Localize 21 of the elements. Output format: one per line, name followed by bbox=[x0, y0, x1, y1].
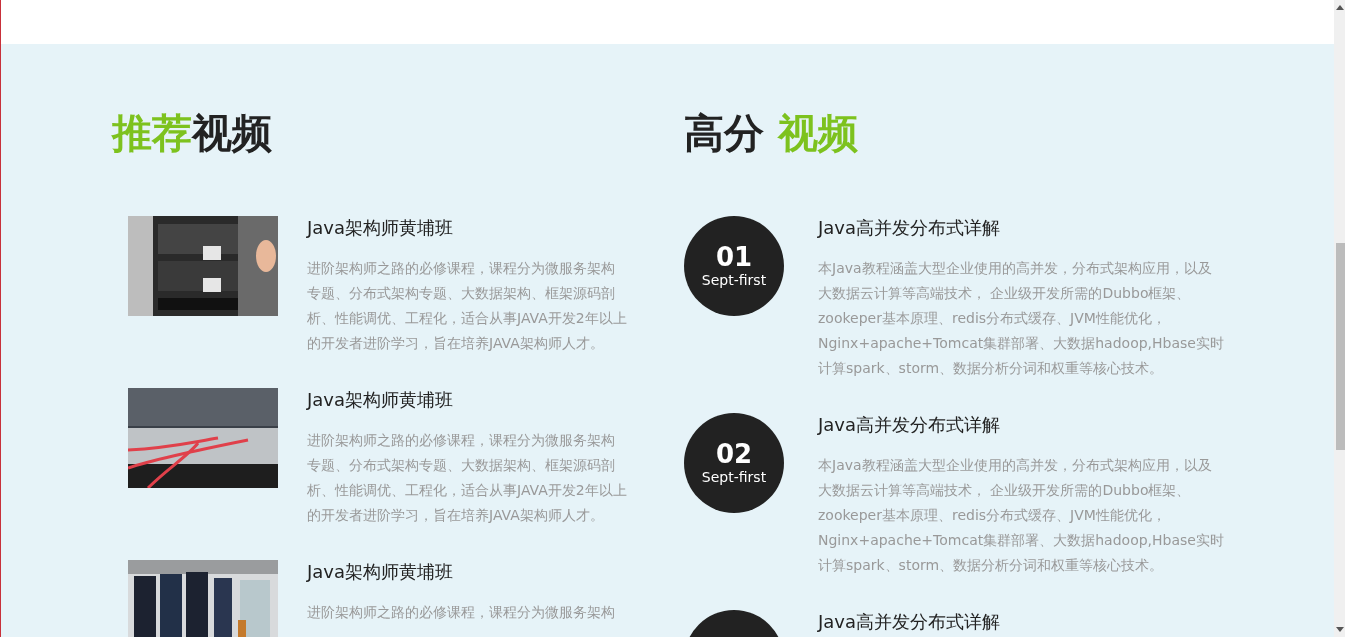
scrollbar[interactable] bbox=[1334, 0, 1345, 637]
course-description: 本Java教程涵盖大型企业使用的高并发，分布式架构应用，以及大数据云计算等高端技术， 企业级开发所需的Dubbo框架、zookeper基本原理、redis分布式缓存、JVM性能优化，Nginx+apache+Tomcat集群部署、大数据hadoop,Hbase实时计算spark、storm、数据分析分词和权重等核心技术。 bbox=[818, 456, 1224, 575]
scrollbar-thumb[interactable] bbox=[1336, 243, 1345, 450]
section-heading: 推荐视频 bbox=[112, 110, 272, 156]
course-title[interactable]: Java架构师黄埔班 bbox=[307, 560, 454, 584]
course-description: 进阶架构师之路的必修课程，课程分为微服务架构专题、分布式架构专题、大数据架构、框架源码剖析、性能调优、工程化，适合从事JAVA开发2年以上的开发者进阶学习，旨在培养JAVA架构师人才。 bbox=[307, 431, 627, 525]
course-title[interactable]: Java架构师黄埔班 bbox=[307, 388, 454, 412]
section-heading: 高分 视频 bbox=[684, 110, 858, 156]
course-description: 进阶架构师之路的必修课程，课程分为微服务架构 bbox=[307, 603, 615, 622]
course-description: 进阶架构师之路的必修课程，课程分为微服务架构专题、分布式架构专题、大数据架构、框架源码剖析、性能调优、工程化，适合从事JAVA开发2年以上的开发者进阶学习，旨在培养JAVA架构师人才。 bbox=[307, 259, 627, 353]
course-title[interactable]: Java高并发分布式详解 bbox=[818, 413, 1001, 437]
course-title[interactable]: Java高并发分布式详解 bbox=[818, 216, 1001, 240]
badge-number: 01 bbox=[715, 243, 753, 271]
course-title[interactable]: Java架构师黄埔班 bbox=[307, 216, 454, 240]
course-description: 本Java教程涵盖大型企业使用的高并发，分布式架构应用，以及大数据云计算等高端技术， 企业级开发所需的Dubbo框架、zookeper基本原理、redis分布式缓存、JVM性能优化，Nginx+apache+Tomcat集群部署、大数据hadoop,Hbase实时计算spark、storm、数据分析分词和权重等核心技术。 bbox=[818, 259, 1224, 378]
badge-number: 02 bbox=[715, 440, 753, 468]
badge-label: Sept-first bbox=[701, 271, 767, 289]
badge-label: Sept-first bbox=[701, 468, 767, 486]
course-title[interactable]: Java高并发分布式详解 bbox=[818, 610, 1001, 634]
scroll-down-icon[interactable] bbox=[1336, 627, 1344, 632]
scroll-up-icon[interactable] bbox=[1336, 5, 1344, 10]
